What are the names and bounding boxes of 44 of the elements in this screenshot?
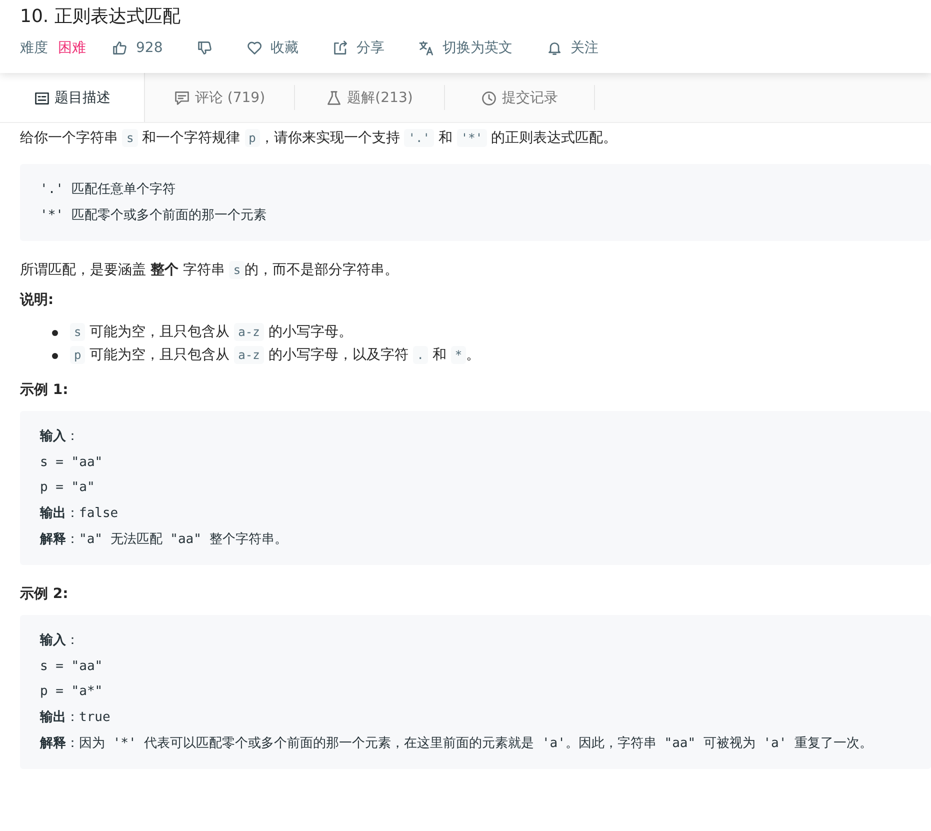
tab[interactable]: 题目描述 xyxy=(0,73,145,122)
flask-icon xyxy=(326,90,342,106)
code-line: p = "a*" xyxy=(40,683,104,702)
difficulty-label: 难度 xyxy=(20,39,48,57)
problem-title: 10. 正则表达式匹配 xyxy=(20,5,182,29)
paragraph: 给你一个字符串 s 和一个字符规律 p ，请你来实现一个支持 '.' 和 '*' 的正则表达式匹配。 xyxy=(20,128,618,149)
code-line: 输出：false xyxy=(40,504,120,523)
thumbs-down-icon xyxy=(196,40,213,56)
bullet-icon xyxy=(52,352,58,359)
list-item-text: p 可能为空，且只包含从 a-z 的小写字母，以及字符 . 和 * 。 xyxy=(70,344,480,368)
heart-icon xyxy=(246,40,263,56)
tab[interactable]: 提交记录 xyxy=(445,85,595,110)
share-icon xyxy=(332,40,349,56)
section-heading: 示例 2: xyxy=(20,585,70,604)
list-item-text: s 可能为空，且只包含从 a-z 的小写字母。 xyxy=(70,321,352,344)
like-button[interactable]: 928 xyxy=(112,40,163,56)
paragraph: 所谓匹配，是要涵盖 整个 字符串 s 的，而不是部分字符串。 xyxy=(20,260,400,282)
comment-icon xyxy=(174,90,190,106)
code-line: 输入： xyxy=(40,428,80,446)
code-line: '*' 匹配零个或多个前面的那一个元素 xyxy=(40,206,268,225)
follow-button[interactable]: 关注 xyxy=(546,39,599,57)
code-line: '.' 匹配任意单个字符 xyxy=(40,181,176,199)
difficulty-level: 困难 xyxy=(58,39,86,57)
share-button[interactable]: 分享 xyxy=(332,39,385,57)
tab[interactable]: 题解(213) xyxy=(295,85,445,110)
dislike-button[interactable] xyxy=(196,40,213,56)
section-heading: 示例 1: xyxy=(20,381,70,400)
section-heading: 说明: xyxy=(20,291,55,310)
code-line: 解释："a" 无法匹配 "aa" 整个字符串。 xyxy=(40,530,288,549)
bell-icon xyxy=(546,40,563,56)
code-line: p = "a" xyxy=(40,479,96,498)
code-line: s = "aa" xyxy=(40,454,104,472)
clock-icon xyxy=(481,90,497,106)
tab[interactable]: 评论 (719) xyxy=(145,85,295,110)
favorite-button[interactable]: 收藏 xyxy=(246,39,299,57)
translate-icon xyxy=(418,40,435,56)
code-line: 解释：因为 '*' 代表可以匹配零个或多个前面的那一个元素，在这里前面的元素就是 'a'。因此，字符串 "aa" 可被视为 'a' 重复了一次。 xyxy=(40,734,874,753)
bullet-icon xyxy=(52,330,58,336)
language-button[interactable]: 切换为英文 xyxy=(418,39,513,57)
code-line: 输入： xyxy=(40,632,80,650)
thumbs-up-icon xyxy=(112,40,128,56)
card-icon xyxy=(34,90,50,106)
code-line: s = "aa" xyxy=(40,658,104,676)
code-line: 输出：true xyxy=(40,708,112,727)
